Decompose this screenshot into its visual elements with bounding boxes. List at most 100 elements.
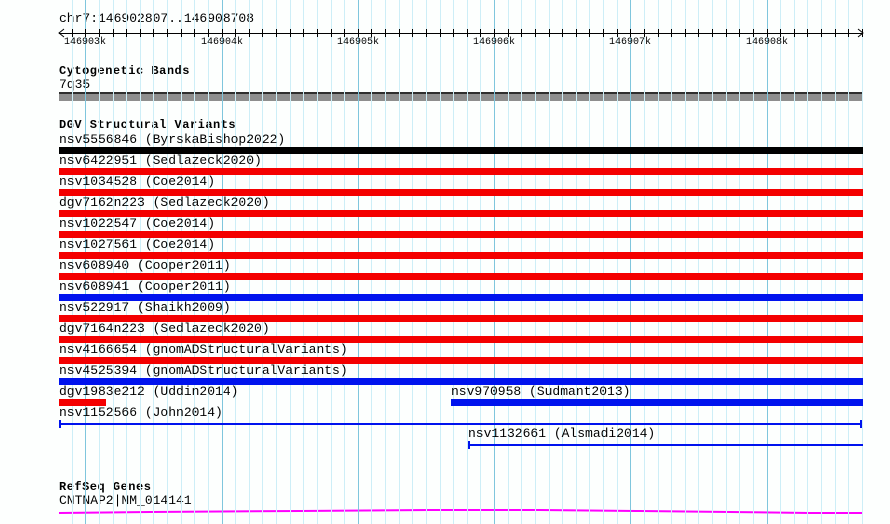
variant-label[interactable]: dgv7162n223 (Sedlazeck2020) (59, 196, 270, 209)
ruler-tick (72, 29, 73, 37)
ruler-tick (113, 29, 114, 37)
ruler-tick (576, 29, 577, 37)
variant-label[interactable]: dgv7164n223 (Sedlazeck2020) (59, 322, 270, 335)
variant-label[interactable]: nsv6422951 (Sedlazeck2020) (59, 154, 262, 167)
ruler-tick (194, 29, 195, 37)
variant-bar[interactable] (451, 399, 863, 406)
ruler-tick (848, 29, 849, 37)
variant-label[interactable]: nsv5556846 (ByrskaBishop2022) (59, 133, 285, 146)
grid-line (235, 0, 236, 524)
ruler-tick (508, 29, 509, 37)
grid-line (249, 0, 250, 524)
ruler-tick (821, 29, 822, 37)
ruler-tick (85, 29, 86, 37)
ruler-tick (630, 29, 631, 37)
ruler-tick (603, 29, 604, 37)
ruler-tick (290, 29, 291, 37)
ruler-tick (726, 29, 727, 37)
variant-label[interactable]: nsv608941 (Cooper2011) (59, 280, 231, 293)
grid-line (344, 0, 345, 524)
section-header-cytogenetic-bands: Cytogenetic Bands (59, 64, 190, 78)
ruler-tick (317, 29, 318, 37)
grid-line (290, 0, 291, 524)
grid-line (303, 0, 304, 524)
ruler-tick (562, 29, 563, 37)
ruler-tick (126, 29, 127, 37)
grid-line (317, 0, 318, 524)
variant-label[interactable]: dgv1983e212 (Uddin2014) (59, 385, 238, 398)
ruler-tick (412, 29, 413, 37)
grid-line (453, 0, 454, 524)
grid-line (399, 0, 400, 524)
ruler-tick (167, 29, 168, 37)
ruler-tick (807, 29, 808, 37)
ruler-tick (835, 29, 836, 37)
region-title: chr7:146902807..146908708 (59, 11, 255, 26)
ruler-tick (262, 29, 263, 37)
ruler-tick (549, 29, 550, 37)
grid-line (331, 0, 332, 524)
ruler-tick (426, 29, 427, 37)
ruler-tick-label: 146906k (472, 37, 515, 48)
ruler-tick (521, 29, 522, 37)
ruler-tick (535, 29, 536, 37)
ruler-tick (153, 29, 154, 37)
grid-line (412, 0, 413, 524)
variant-label[interactable]: nsv970958 (Sudmant2013) (451, 385, 630, 398)
ruler-tick (331, 29, 332, 37)
ruler-tick (494, 29, 495, 37)
ruler-tick (140, 29, 141, 37)
grid-line (440, 0, 441, 524)
ruler-tick (480, 29, 481, 37)
variant-label[interactable]: nsv4166654 (gnomADStructuralVariants) (59, 343, 348, 356)
grid-line (385, 0, 386, 524)
ruler-tick (739, 29, 740, 37)
cytoband-bar[interactable] (59, 92, 863, 101)
grid-line (371, 0, 372, 524)
ruler-tick (658, 29, 659, 37)
variant-label[interactable]: nsv4525394 (gnomADStructuralVariants) (59, 364, 348, 377)
ruler-tick (181, 29, 182, 37)
ruler-tick (467, 29, 468, 37)
ruler-tick (235, 29, 236, 37)
variant-span-start-tick (468, 441, 470, 449)
variant-span-end-tick (860, 420, 862, 428)
variant-span-line[interactable] (468, 444, 863, 446)
ruler-tick (589, 29, 590, 37)
ruler-tick (344, 29, 345, 37)
genome-browser-panel: chr7:146902807..146908708 Cytogenetic Ba… (0, 0, 890, 524)
variant-label[interactable]: nsv1022547 (Coe2014) (59, 217, 215, 230)
grid-line (426, 0, 427, 524)
variant-label[interactable]: nsv1027561 (Coe2014) (59, 238, 215, 251)
ruler-tick (249, 29, 250, 37)
ruler-tick (698, 29, 699, 37)
ruler-tick (862, 29, 863, 37)
ruler-tick (440, 29, 441, 37)
ruler-tick (712, 29, 713, 37)
ruler-tick (794, 29, 795, 37)
grid-line (276, 0, 277, 524)
ruler-axis (59, 33, 863, 34)
ruler-tick (753, 29, 754, 37)
ruler-tick (767, 29, 768, 37)
ruler-tick (644, 29, 645, 37)
variant-span-start-tick (59, 420, 61, 428)
ruler-tick-label: 146903k (63, 37, 106, 48)
ruler-tick-label: 146908k (745, 37, 788, 48)
variant-label[interactable]: nsv1152566 (John2014) (59, 406, 223, 419)
variant-label[interactable]: nsv522917 (Shaikh2009) (59, 301, 231, 314)
ruler-tick (358, 29, 359, 37)
variant-label[interactable]: nsv1034528 (Coe2014) (59, 175, 215, 188)
variant-label[interactable]: nsv608940 (Cooper2011) (59, 259, 231, 272)
variant-label[interactable]: nsv1132661 (Alsmadi2014) (468, 427, 655, 440)
ruler-tick-label: 146907k (608, 37, 651, 48)
ruler-tick (685, 29, 686, 37)
ruler-tick (671, 29, 672, 37)
gene-intron-line[interactable] (58, 509, 862, 514)
ruler-tick (453, 29, 454, 37)
ruler-tick (276, 29, 277, 37)
ruler-tick (222, 29, 223, 37)
variant-span-line[interactable] (59, 423, 861, 425)
ruler-tick (371, 29, 372, 37)
ruler-tick (780, 29, 781, 37)
